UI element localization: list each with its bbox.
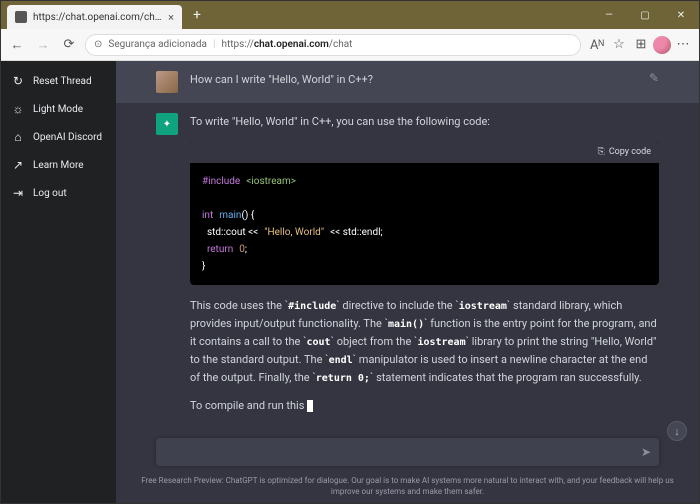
refresh-button[interactable]: ⟳ — [59, 35, 79, 55]
collections-icon[interactable]: ⊞ — [631, 35, 651, 55]
close-tab-icon[interactable]: × — [168, 11, 174, 24]
read-aloud-icon[interactable]: Aᴺ — [587, 35, 607, 55]
sidebar-item-label: Log out — [33, 188, 67, 199]
new-tab-button[interactable]: + — [186, 4, 208, 26]
assistant-message-row: ✦ To write "Hello, World" in C++, you ca… — [116, 103, 699, 430]
edit-icon[interactable]: ✎ — [649, 71, 659, 93]
sidebar-item-discord[interactable]: ⌂ OpenAI Discord — [1, 123, 116, 151]
back-button[interactable]: ← — [7, 35, 27, 55]
user-message: How can I write "Hello, World" in C++? — [190, 71, 637, 93]
user-message-row: How can I write "Hello, World" in C++? ✎ — [116, 61, 699, 103]
menu-button[interactable]: ⋯ — [673, 35, 693, 55]
address-bar: ← → ⟳ ⊙ Segurança adicionada | https://c… — [1, 29, 699, 61]
copy-code-button[interactable]: Copy code — [609, 145, 651, 159]
code-block: ⎘ Copy code #include <iostream> int main… — [190, 141, 659, 285]
favorites-icon[interactable]: ☆ — [609, 35, 629, 55]
assistant-intro: To write "Hello, World" in C++, you can … — [190, 113, 659, 131]
browser-tab[interactable]: https://chat.openai.com/chat × — [7, 5, 182, 29]
external-link-icon: ↗ — [11, 158, 25, 172]
favicon-icon — [15, 11, 27, 23]
user-avatar — [156, 71, 178, 93]
message-input[interactable]: ➤ — [156, 438, 659, 466]
assistant-message: To write "Hello, World" in C++, you can … — [190, 113, 659, 425]
maximize-button[interactable]: ▢ — [627, 1, 663, 29]
scroll-down-button[interactable]: ↓ — [667, 421, 687, 441]
sidebar-item-label: Light Mode — [33, 104, 83, 115]
minimize-button[interactable]: — — [591, 1, 627, 29]
assistant-explanation: This code uses the `#include` directive … — [190, 297, 659, 387]
sidebar-item-label: Reset Thread — [33, 76, 92, 87]
typing-cursor — [307, 400, 313, 412]
clipboard-icon: ⎘ — [598, 145, 605, 159]
security-label: Segurança adicionada — [108, 39, 207, 50]
sidebar: ↻ Reset Thread ☼ Light Mode ⌂ OpenAI Discor… — [1, 61, 116, 503]
assistant-continuation: To compile and run this — [190, 397, 659, 415]
send-icon[interactable]: ➤ — [641, 445, 651, 459]
sidebar-item-lightmode[interactable]: ☼ Light Mode — [1, 95, 116, 123]
url-text: https://chat.openai.com/chat — [221, 39, 352, 50]
sidebar-item-label: Learn More — [33, 160, 84, 171]
sidebar-item-learnmore[interactable]: ↗ Learn More — [1, 151, 116, 179]
footer-disclaimer: Free Research Preview: ChatGPT is optimi… — [116, 472, 699, 503]
tab-title: https://chat.openai.com/chat — [33, 12, 162, 23]
discord-icon: ⌂ — [11, 130, 25, 144]
main-area: How can I write "Hello, World" in C++? ✎… — [116, 61, 699, 503]
sidebar-item-reset[interactable]: ↻ Reset Thread — [1, 67, 116, 95]
reset-icon: ↻ — [11, 74, 25, 88]
forward-button[interactable]: → — [33, 35, 53, 55]
close-window-button[interactable]: ✕ — [663, 1, 699, 29]
url-box[interactable]: ⊙ Segurança adicionada | https://chat.op… — [85, 34, 581, 56]
titlebar: https://chat.openai.com/chat × + — ▢ ✕ — [1, 1, 699, 29]
ai-avatar: ✦ — [156, 113, 178, 135]
sun-icon: ☼ — [11, 102, 25, 116]
logout-icon: ⇥ — [11, 186, 25, 200]
profile-avatar[interactable] — [653, 36, 671, 54]
lock-icon: ⊙ — [94, 39, 102, 50]
sidebar-item-label: OpenAI Discord — [33, 132, 102, 143]
code-content: #include <iostream> int main() { std::co… — [190, 163, 659, 285]
sidebar-item-logout[interactable]: ⇥ Log out — [1, 179, 116, 207]
